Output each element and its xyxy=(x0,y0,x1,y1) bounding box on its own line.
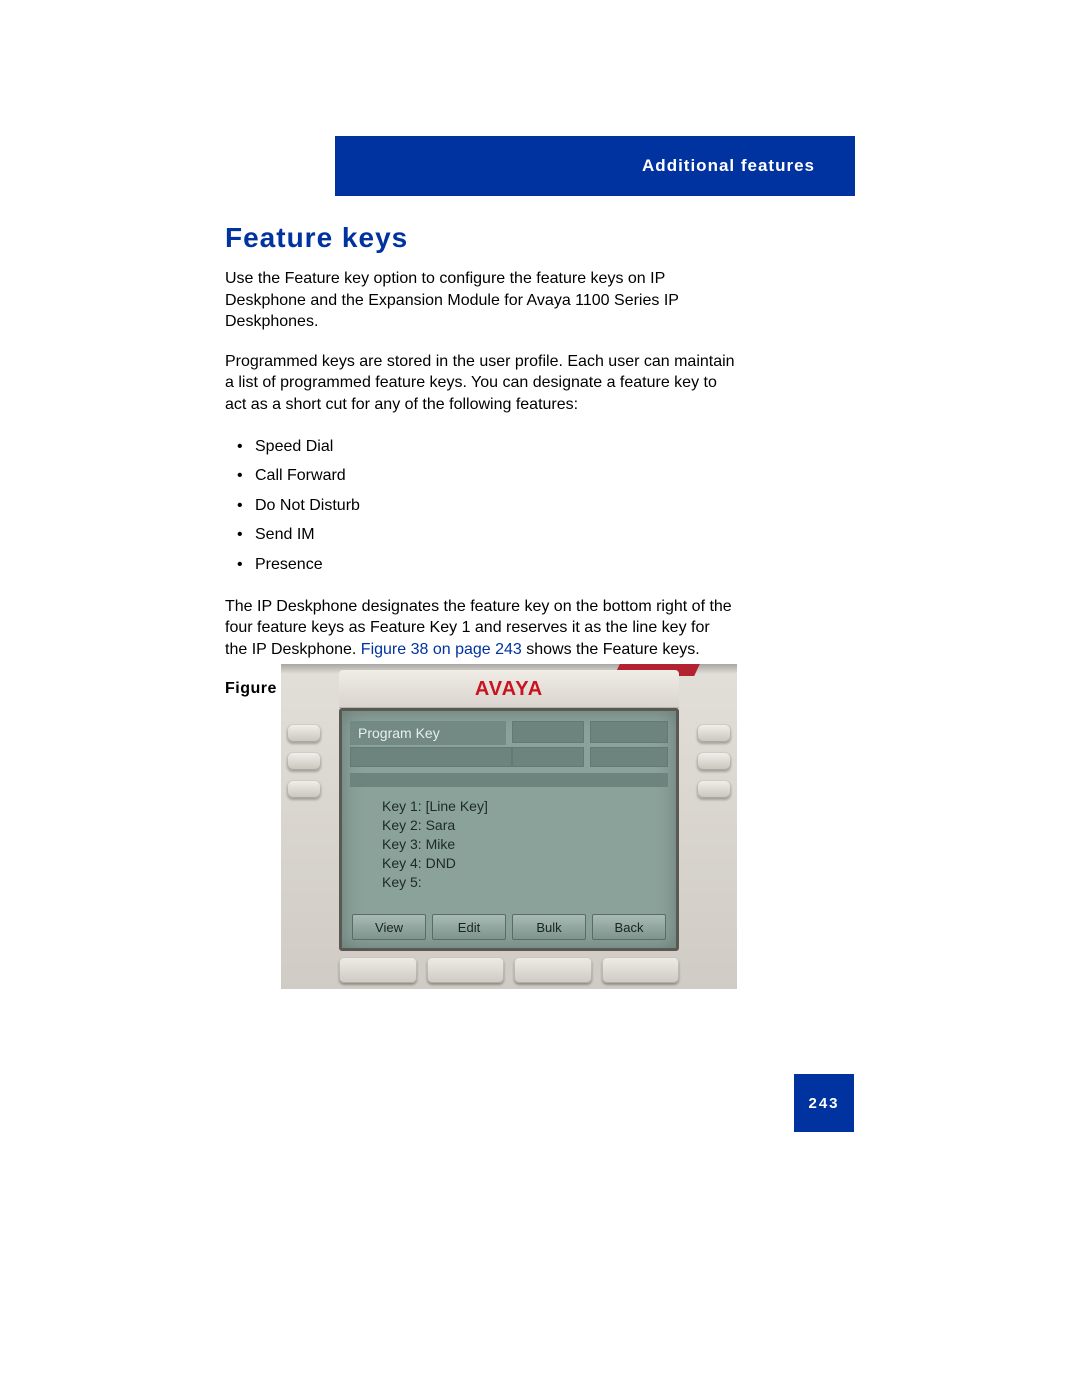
hard-softkey-row xyxy=(339,957,679,983)
header-banner: Additional features xyxy=(335,136,855,196)
feature-key-right-2 xyxy=(697,752,731,770)
bullet-item: Do Not Disturb xyxy=(225,493,735,519)
document-page: Additional features Feature keys Use the… xyxy=(0,0,1080,1397)
hard-softkey xyxy=(602,957,680,983)
screen-label-slot xyxy=(350,747,512,767)
header-section-title: Additional features xyxy=(642,156,815,176)
feature-bullet-list: Speed Dial Call Forward Do Not Disturb S… xyxy=(225,434,735,578)
paragraph-3: The IP Deskphone designates the feature … xyxy=(225,596,735,661)
figure-cross-reference-link[interactable]: Figure 38 on page 243 xyxy=(361,641,522,658)
key-list-item: Key 1: [Line Key] xyxy=(382,797,668,816)
avaya-logo-text: AVAYA xyxy=(475,678,543,701)
hard-softkey xyxy=(514,957,592,983)
key-list-item: Key 3: Mike xyxy=(382,835,668,854)
page-number-box: 243 xyxy=(794,1074,854,1132)
phone-bezel: AVAYA Program Key Key 1: [Line Key] Key … xyxy=(281,664,737,989)
softkey-back: Back xyxy=(592,914,666,940)
paragraph-2: Programmed keys are stored in the user p… xyxy=(225,351,735,416)
screen-key-list: Key 1: [Line Key] Key 2: Sara Key 3: Mik… xyxy=(382,797,668,891)
key-list-item: Key 4: DND xyxy=(382,854,668,873)
hard-softkey xyxy=(427,957,505,983)
phone-logo-bar: AVAYA xyxy=(339,670,679,708)
bullet-item: Speed Dial xyxy=(225,434,735,460)
softkey-edit: Edit xyxy=(432,914,506,940)
screen-label-slot xyxy=(512,747,584,767)
page-heading: Feature keys xyxy=(225,222,408,254)
bullet-item: Presence xyxy=(225,552,735,578)
phone-lcd-screen: Program Key Key 1: [Line Key] Key 2: Sar… xyxy=(339,708,679,951)
softkey-view: View xyxy=(352,914,426,940)
body-content: Use the Feature key option to configure … xyxy=(225,268,735,700)
paragraph-1: Use the Feature key option to configure … xyxy=(225,268,735,333)
p3-post: shows the Feature keys. xyxy=(522,641,700,658)
feature-key-right-1 xyxy=(697,724,731,742)
key-list-item: Key 5: xyxy=(382,873,668,892)
screen-title: Program Key xyxy=(350,721,506,745)
screen-divider xyxy=(350,773,668,787)
screen-label-slot xyxy=(512,721,584,743)
screen-label-slot xyxy=(590,747,668,767)
softkey-bulk: Bulk xyxy=(512,914,586,940)
bullet-item: Call Forward xyxy=(225,463,735,489)
screen-label-slot xyxy=(590,721,668,743)
hard-softkey xyxy=(339,957,417,983)
bullet-item: Send IM xyxy=(225,522,735,548)
feature-key-left-2 xyxy=(287,752,321,770)
feature-key-left-1 xyxy=(287,724,321,742)
key-list-item: Key 2: Sara xyxy=(382,816,668,835)
page-number: 243 xyxy=(808,1095,839,1112)
softkey-row: View Edit Bulk Back xyxy=(352,914,666,940)
figure-phone-photo: AVAYA Program Key Key 1: [Line Key] Key … xyxy=(281,664,737,989)
feature-key-left-3 xyxy=(287,780,321,798)
feature-key-right-3 xyxy=(697,780,731,798)
